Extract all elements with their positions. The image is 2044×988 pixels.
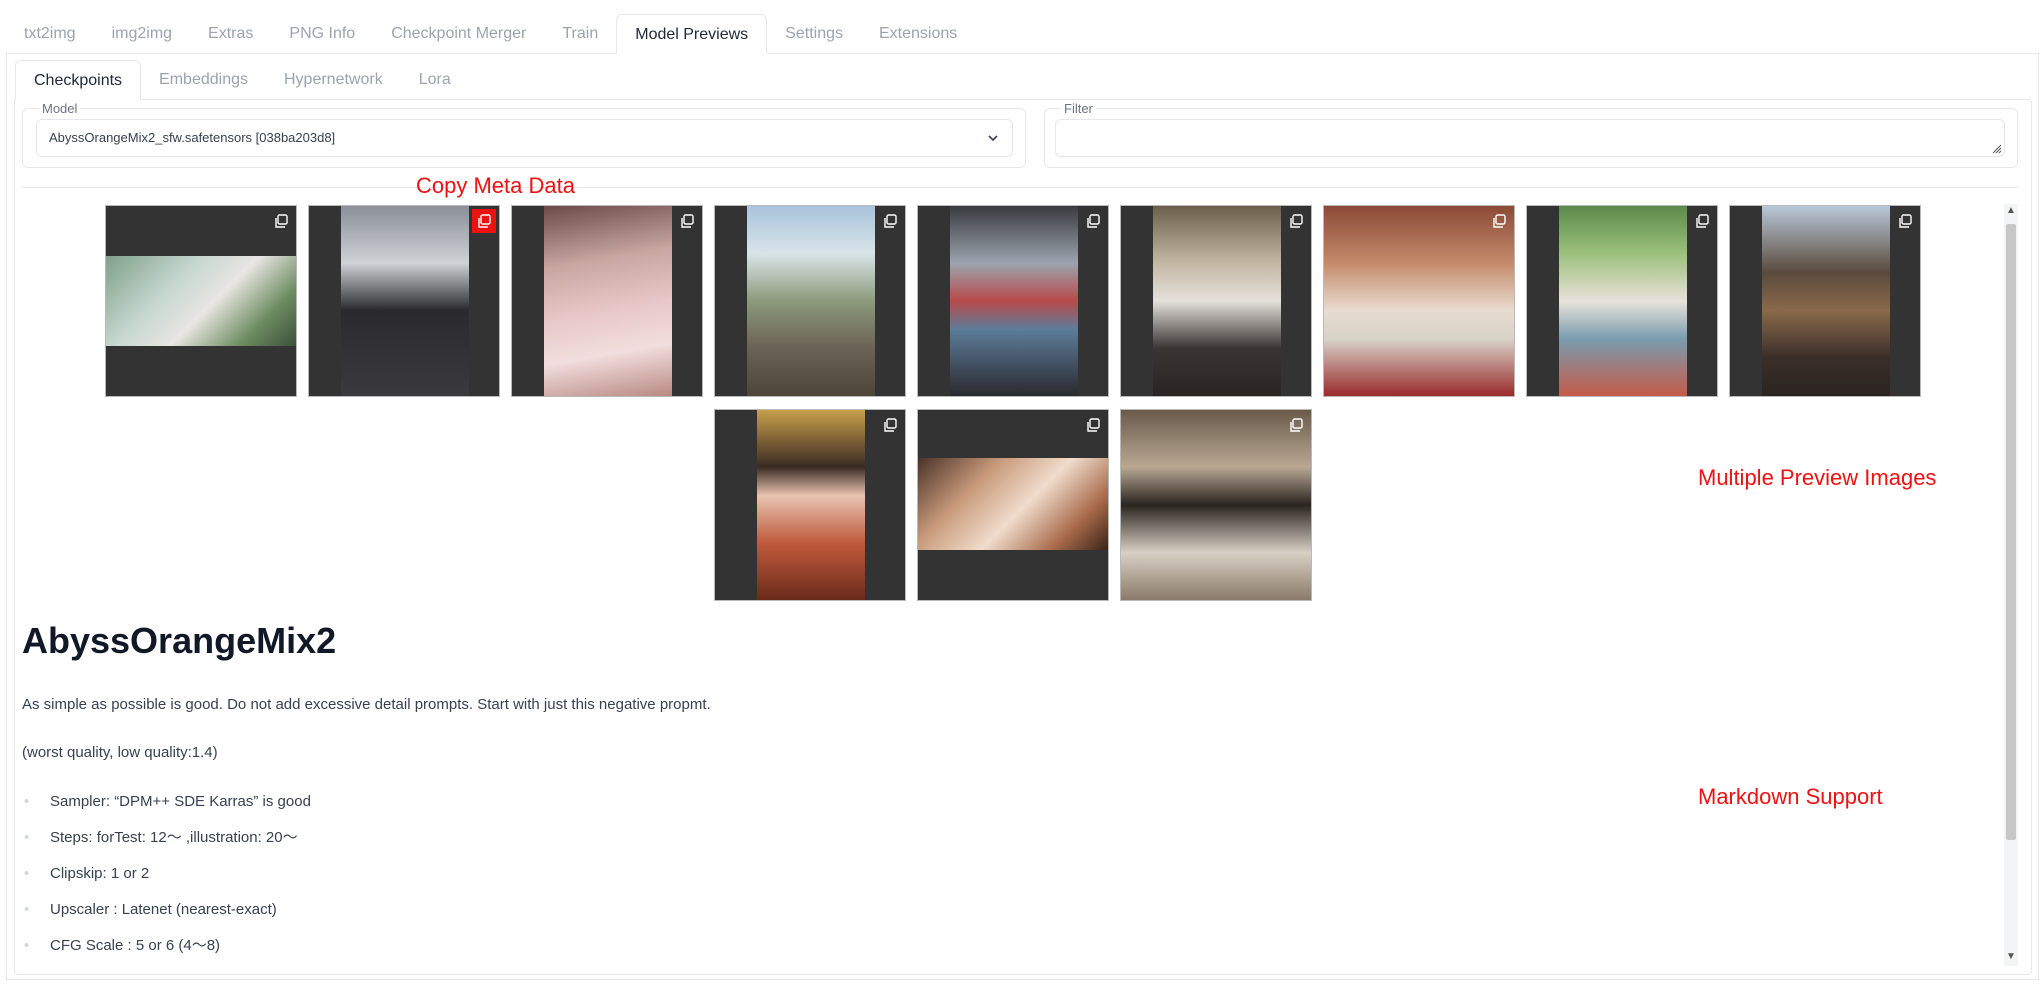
preview-image-5[interactable] (917, 205, 1109, 397)
preview-image-4[interactable] (714, 205, 906, 397)
copy-metadata-button[interactable] (472, 209, 496, 233)
list-item: Steps: forTest: 12〜 ,illustration: 20〜 (22, 828, 311, 864)
filter-group: Filter (1044, 101, 2018, 168)
preview-image-9[interactable] (1729, 205, 1921, 397)
copy-icon (681, 214, 694, 228)
chevron-down-icon (988, 135, 998, 142)
filter-label: Filter (1061, 101, 1096, 116)
preview-image-content (747, 206, 875, 396)
copy-icon (884, 214, 897, 228)
copy-metadata-button[interactable] (1081, 413, 1105, 437)
model-dropdown[interactable]: AbyssOrangeMix2_sfw.safetensors [038ba20… (36, 119, 1013, 157)
preview-image-2[interactable] (308, 205, 500, 397)
preview-image-10[interactable] (714, 409, 906, 601)
tab-txt2img[interactable]: txt2img (6, 14, 94, 54)
tab-lora[interactable]: Lora (401, 60, 469, 100)
tab-png-info[interactable]: PNG Info (271, 14, 373, 54)
copy-icon (1696, 214, 1709, 228)
copy-metadata-button[interactable] (1690, 209, 1714, 233)
copy-metadata-button[interactable] (878, 209, 902, 233)
preview-image-1[interactable] (105, 205, 297, 397)
preview-image-6[interactable] (1120, 205, 1312, 397)
scroll-up-arrow-icon[interactable]: ▲ (2004, 204, 2018, 218)
tab-train[interactable]: Train (544, 14, 616, 54)
preview-image-content (1559, 206, 1687, 396)
preview-image-content (1324, 206, 1514, 396)
preview-image-content (1762, 206, 1890, 396)
copy-icon (1493, 214, 1506, 228)
copy-icon (1290, 214, 1303, 228)
tab-hypernetwork[interactable]: Hypernetwork (266, 60, 401, 100)
scroll-down-arrow-icon[interactable]: ▼ (2004, 950, 2018, 964)
copy-metadata-button[interactable] (1284, 209, 1308, 233)
copy-metadata-button[interactable] (269, 209, 293, 233)
copy-metadata-button[interactable] (675, 209, 699, 233)
copy-metadata-button[interactable] (1893, 209, 1917, 233)
list-item: Upscaler : Latenet (nearest-exact) (22, 900, 311, 936)
model-selected-value: AbyssOrangeMix2_sfw.safetensors [038ba20… (49, 130, 336, 145)
markdown-support-annotation: Markdown Support (1698, 784, 1883, 809)
tab-settings[interactable]: Settings (767, 14, 861, 54)
list-item: Sampler: “DPM++ SDE Karras” is good (22, 792, 311, 828)
copy-icon (1087, 418, 1100, 432)
tab-embeddings[interactable]: Embeddings (141, 60, 266, 100)
section-divider (22, 187, 2018, 188)
multiple-previews-annotation: Multiple Preview Images (1698, 465, 1937, 490)
markdown-intro: As simple as possible is good. Do not ad… (22, 696, 711, 713)
copy-metadata-button[interactable] (1284, 413, 1308, 437)
preview-image-content (918, 458, 1108, 550)
model-group: Model AbyssOrangeMix2_sfw.safetensors [0… (22, 101, 1026, 168)
tab-img2img[interactable]: img2img (94, 14, 190, 54)
tab-checkpoints[interactable]: Checkpoints (15, 60, 142, 100)
preview-image-content (341, 206, 469, 396)
tab-model-previews[interactable]: Model Previews (616, 14, 768, 54)
preview-image-11[interactable] (917, 409, 1109, 601)
preview-image-7[interactable] (1323, 205, 1515, 397)
preview-image-12[interactable] (1120, 409, 1312, 601)
copy-icon (1087, 214, 1100, 228)
sub-tabs: Checkpoints Embeddings Hypernetwork Lora (15, 60, 469, 100)
list-item: Clipskip: 1 or 2 (22, 864, 311, 900)
copy-meta-annotation: Copy Meta Data (416, 173, 575, 198)
scrollbar-thumb[interactable] (2006, 224, 2016, 840)
copy-icon (1899, 214, 1912, 228)
resize-grip-icon[interactable] (1990, 142, 2002, 154)
model-label: Model (39, 101, 81, 116)
copy-icon (1290, 418, 1303, 432)
tab-extras[interactable]: Extras (190, 14, 271, 54)
preview-image-content (544, 206, 672, 396)
copy-icon (478, 214, 491, 228)
preview-image-8[interactable] (1526, 205, 1718, 397)
filter-input[interactable] (1055, 119, 2005, 157)
tab-extensions[interactable]: Extensions (861, 14, 975, 54)
list-item: CFG Scale : 5 or 6 (4〜8) (22, 936, 311, 972)
copy-metadata-button[interactable] (878, 413, 902, 437)
preview-image-content (757, 410, 865, 600)
markdown-negative-prompt: (worst quality, low quality:1.4) (22, 744, 218, 761)
main-tabs: txt2img img2img Extras PNG Info Checkpoi… (6, 14, 975, 54)
preview-image-content (106, 256, 296, 346)
preview-image-content (950, 206, 1078, 396)
tab-checkpoint-merger[interactable]: Checkpoint Merger (373, 14, 544, 54)
markdown-title: AbyssOrangeMix2 (22, 620, 337, 661)
copy-metadata-button[interactable] (1487, 209, 1511, 233)
preview-image-content (1153, 206, 1281, 396)
copy-metadata-button[interactable] (1081, 209, 1105, 233)
copy-icon (275, 214, 288, 228)
copy-icon (884, 418, 897, 432)
preview-image-content (1121, 410, 1311, 600)
preview-image-3[interactable] (511, 205, 703, 397)
markdown-list: Sampler: “DPM++ SDE Karras” is good Step… (22, 792, 311, 972)
